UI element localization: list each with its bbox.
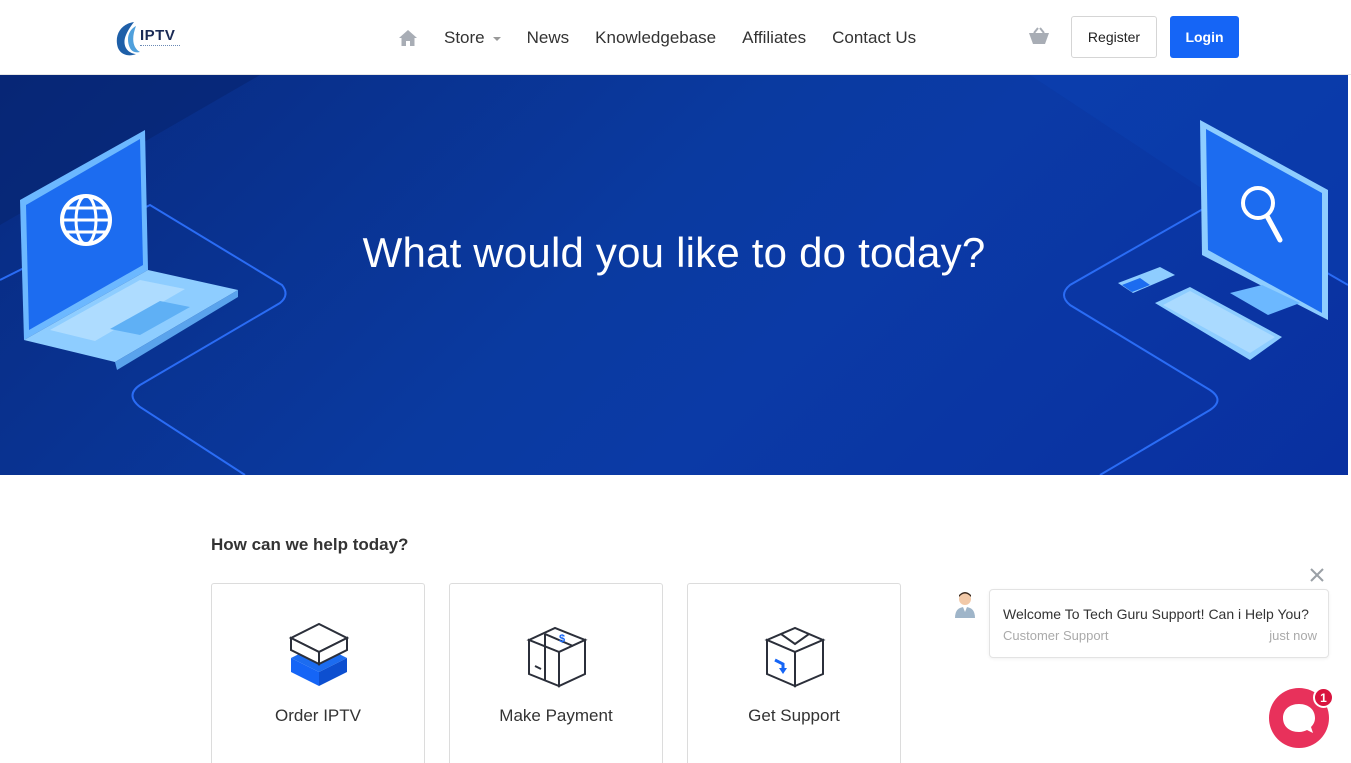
notification-badge: 1 [1313, 687, 1334, 708]
hero-title: What would you like to do today? [362, 229, 986, 276]
nav-affiliates[interactable]: Affiliates [742, 28, 806, 48]
chat-message-text: Welcome To Tech Guru Support! Can i Help… [1003, 606, 1309, 622]
chevron-down-icon [492, 37, 501, 41]
cart-icon[interactable] [1028, 27, 1050, 47]
card-label: Make Payment [499, 706, 613, 725]
card-order-iptv[interactable]: Order IPTV [211, 583, 425, 763]
login-button[interactable]: Login [1170, 16, 1239, 58]
logo-underline [140, 45, 180, 47]
nav-store[interactable]: Store [444, 28, 501, 48]
card-get-support[interactable]: Get Support [687, 583, 901, 763]
card-label: Order IPTV [275, 706, 361, 725]
chat-message-bubble[interactable]: Welcome To Tech Guru Support! Can i Help… [989, 589, 1329, 658]
main-nav: Store News Knowledgebase Affiliates Cont… [398, 26, 942, 50]
avatar [955, 592, 975, 618]
nav-contact[interactable]: Contact Us [832, 28, 916, 48]
help-section-title: How can we help today? [211, 535, 409, 554]
nav-store-label: Store [444, 28, 485, 47]
card-label: Get Support [748, 706, 840, 725]
site-header: IPTV Store News Knowledgebase Affiliates… [0, 0, 1351, 75]
card-make-payment[interactable]: $ Make Payment [449, 583, 663, 763]
nav-news[interactable]: News [527, 28, 570, 48]
register-button[interactable]: Register [1071, 16, 1157, 58]
chat-timestamp: just now [1269, 628, 1317, 643]
nav-knowledgebase[interactable]: Knowledgebase [595, 28, 716, 48]
close-icon[interactable] [1309, 567, 1325, 583]
svg-text:$: $ [559, 633, 565, 645]
payment-box-icon: $ [526, 626, 588, 688]
box-icon [288, 622, 350, 686]
support-box-icon [764, 626, 826, 688]
home-icon[interactable] [398, 28, 418, 48]
brand-logo[interactable]: IPTV [114, 18, 186, 58]
logo-text: IPTV [140, 27, 176, 44]
hero-banner: What would you like to do today? [0, 75, 1348, 475]
chat-sender: Customer Support [1003, 628, 1109, 643]
